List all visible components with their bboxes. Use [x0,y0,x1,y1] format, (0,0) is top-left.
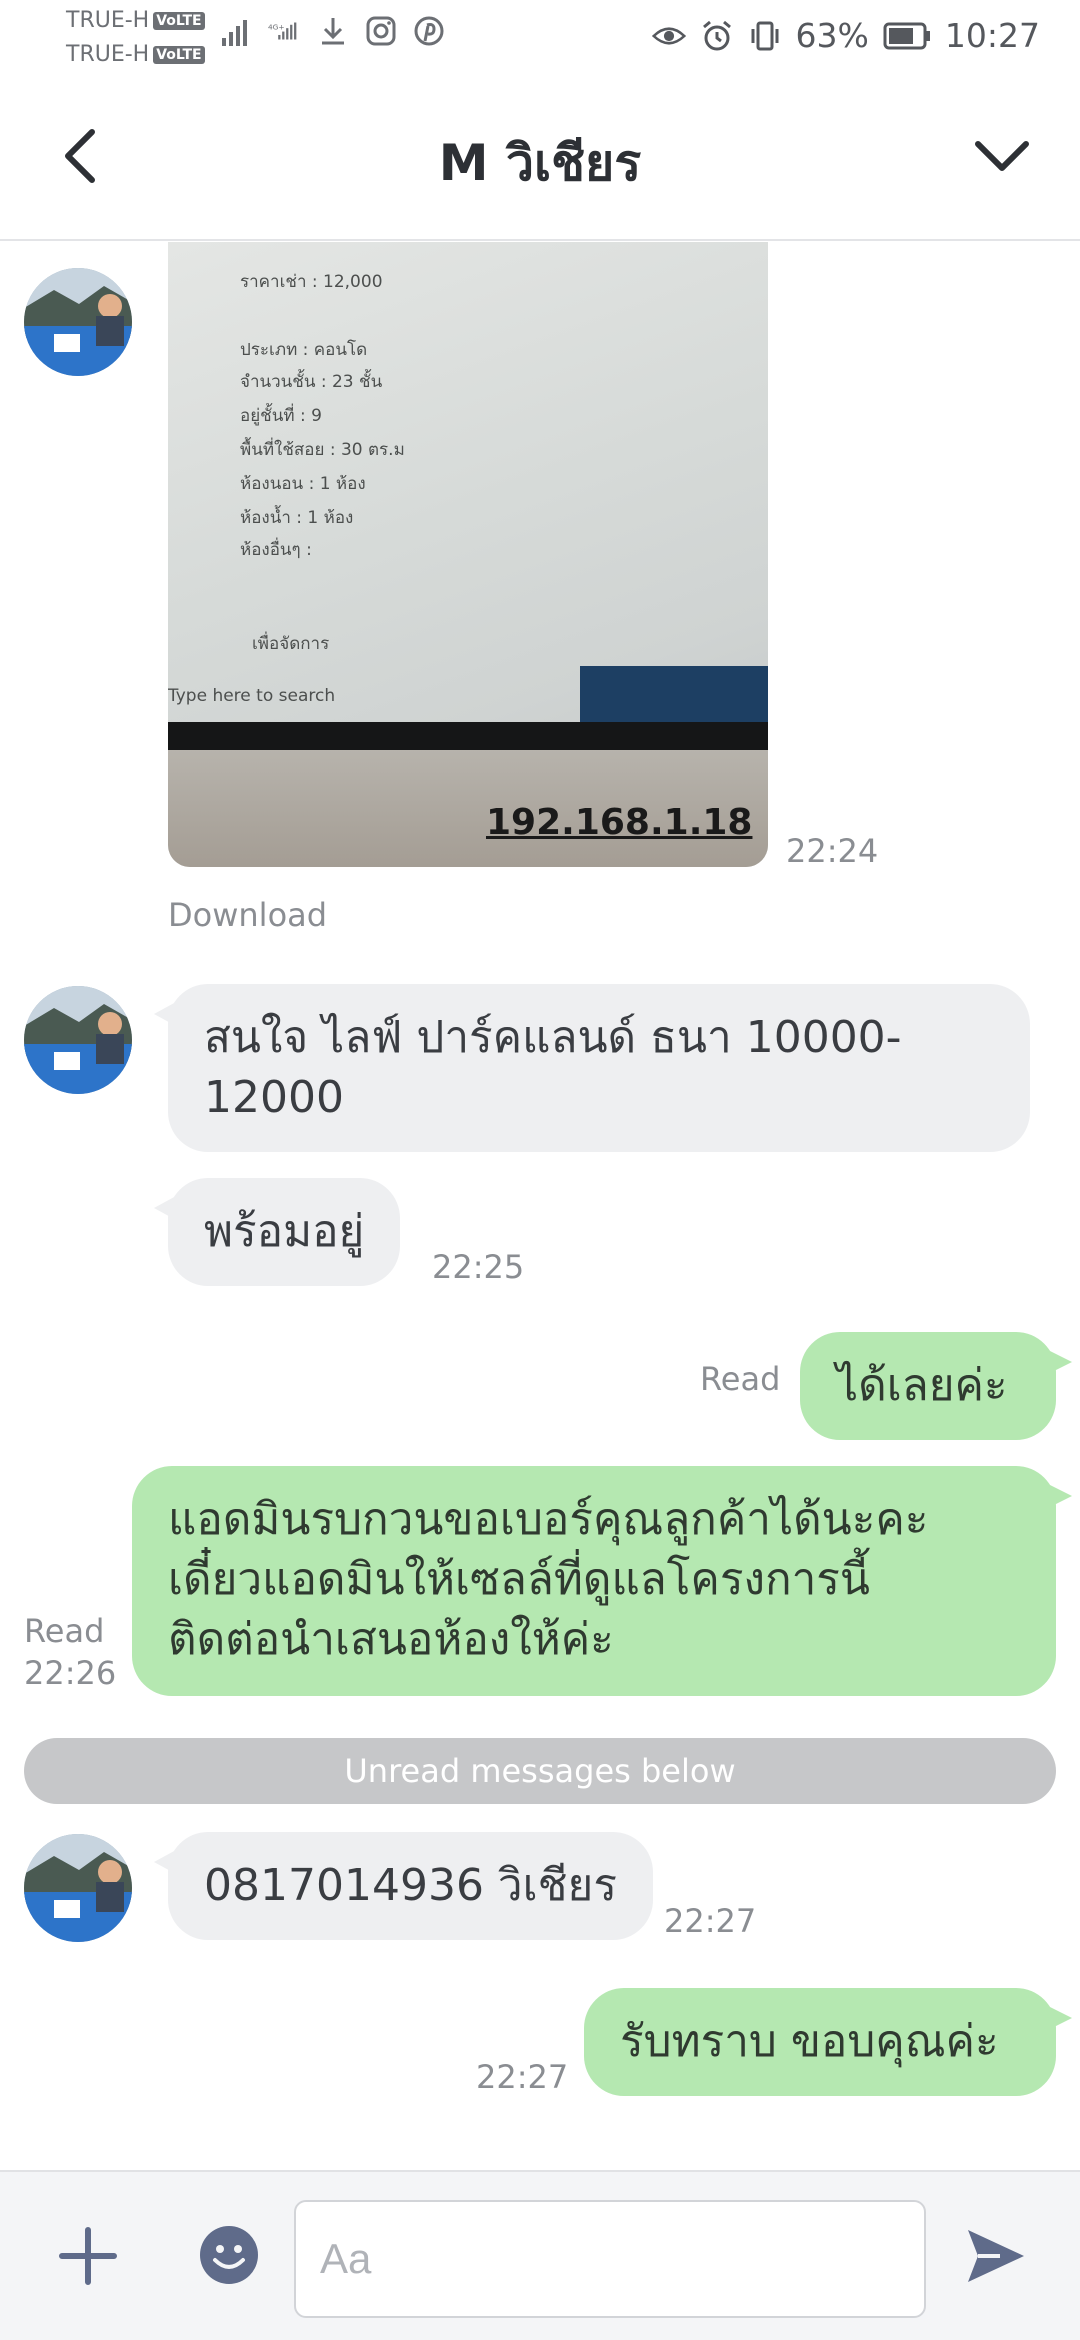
photo-text-line: ห้องนอน : 1 ห้อง [240,474,366,494]
network-type-text: 4G+ [268,22,285,31]
chevron-down-icon[interactable] [972,134,1032,178]
message-time: 22:24 [786,832,879,870]
photo-text-line: ประเภท : คอนโด [240,340,368,360]
status-bar: TRUE-H VoLTE TRUE-H VoLTE 4G+ 63% 10:27 [0,0,1080,76]
status-icons-right: 63% 10:27 [651,16,1040,55]
incoming-message-bubble[interactable]: พร้อมอยู่ [153,1178,401,1286]
photo-text-line: พื้นที่ใช้สอย : 30 ตร.ม [240,440,405,460]
photo-taskbar [168,722,768,750]
message-input-bar [0,2170,1080,2340]
message-list[interactable]: ราคาเช่า : 12,000 ประเภท : คอนโด จำนวนชั… [0,242,1080,2170]
photo-text-line: เพื่อจัดการ [252,634,330,654]
read-receipt: Read [24,1612,105,1650]
photo-message[interactable]: ราคาเช่า : 12,000 ประเภท : คอนโด จำนวนชั… [168,242,768,867]
photo-text-line: ห้องอื่นๆ : [240,540,312,560]
incoming-message-bubble[interactable]: สนใจ ไลฟ์ ปาร์คแลนด์ ธนา 10000-12000 [154,984,1030,1152]
message-time: 22:26 [24,1654,117,1692]
alarm-icon [702,20,731,50]
outgoing-message-bubble[interactable]: รับทราบ ขอบคุณค่ะ [584,1988,1072,2096]
clock: 10:27 [944,16,1040,55]
message-time: 22:27 [664,1902,757,1940]
instagram-icon [366,16,396,46]
pinterest-icon [414,16,444,46]
volte-badge: VoLTE [153,46,205,64]
read-receipt: Read [700,1360,781,1398]
carrier-label-1: TRUE-H VoLTE [66,8,205,33]
photo-text-line: ห้องน้ำ : 1 ห้อง [240,508,354,528]
photo-ip-text: 192.168.1.18 [486,802,753,843]
volte-badge: VoLTE [153,12,205,30]
download-link[interactable]: Download [168,896,327,934]
outgoing-message-bubble[interactable]: ได้เลยค่ะ [800,1332,1072,1440]
chat-title: M วิเชียร [438,134,642,192]
photo-text-line: จำนวนชั้น : 23 ชั้น [240,372,383,392]
photo-text-line: Type here to search [168,686,336,706]
photo-taskbar-icons [580,666,768,722]
send-icon[interactable] [964,2224,1028,2288]
signal-4g-icon: 4G+ [268,22,297,40]
eye-icon [651,27,686,44]
battery-icon [883,22,930,49]
message-time: 22:25 [432,1248,525,1286]
vibrate-icon [751,21,779,50]
chat-header: M วิเชียร [0,76,1080,241]
unread-divider: Unread messages below [24,1738,1056,1804]
outgoing-message-bubble[interactable]: แอดมินรบกวนขอเบอร์คุณลูกค้าได้นะคะ เดี๋ย… [132,1466,1072,1696]
emoji-icon[interactable] [198,2224,260,2286]
contact-avatar[interactable] [24,1834,132,1942]
contact-avatar[interactable] [24,986,132,1094]
message-input[interactable] [294,2200,926,2318]
message-time: 22:27 [476,2058,569,2096]
incoming-message-bubble[interactable]: 0817014936 วิเชียร [154,1832,653,1940]
status-icons-left: 4G+ [220,14,446,48]
photo-text-line: ราคาเช่า : 12,000 [240,272,383,292]
carrier-label-2: TRUE-H VoLTE [66,42,205,67]
download-icon [322,18,344,45]
signal-icon [222,20,247,46]
plus-icon[interactable] [56,2224,120,2288]
contact-avatar[interactable] [24,268,132,376]
battery-percent: 63% [795,16,869,55]
photo-text-line: อยู่ชั้นที่ : 9 [240,406,322,426]
